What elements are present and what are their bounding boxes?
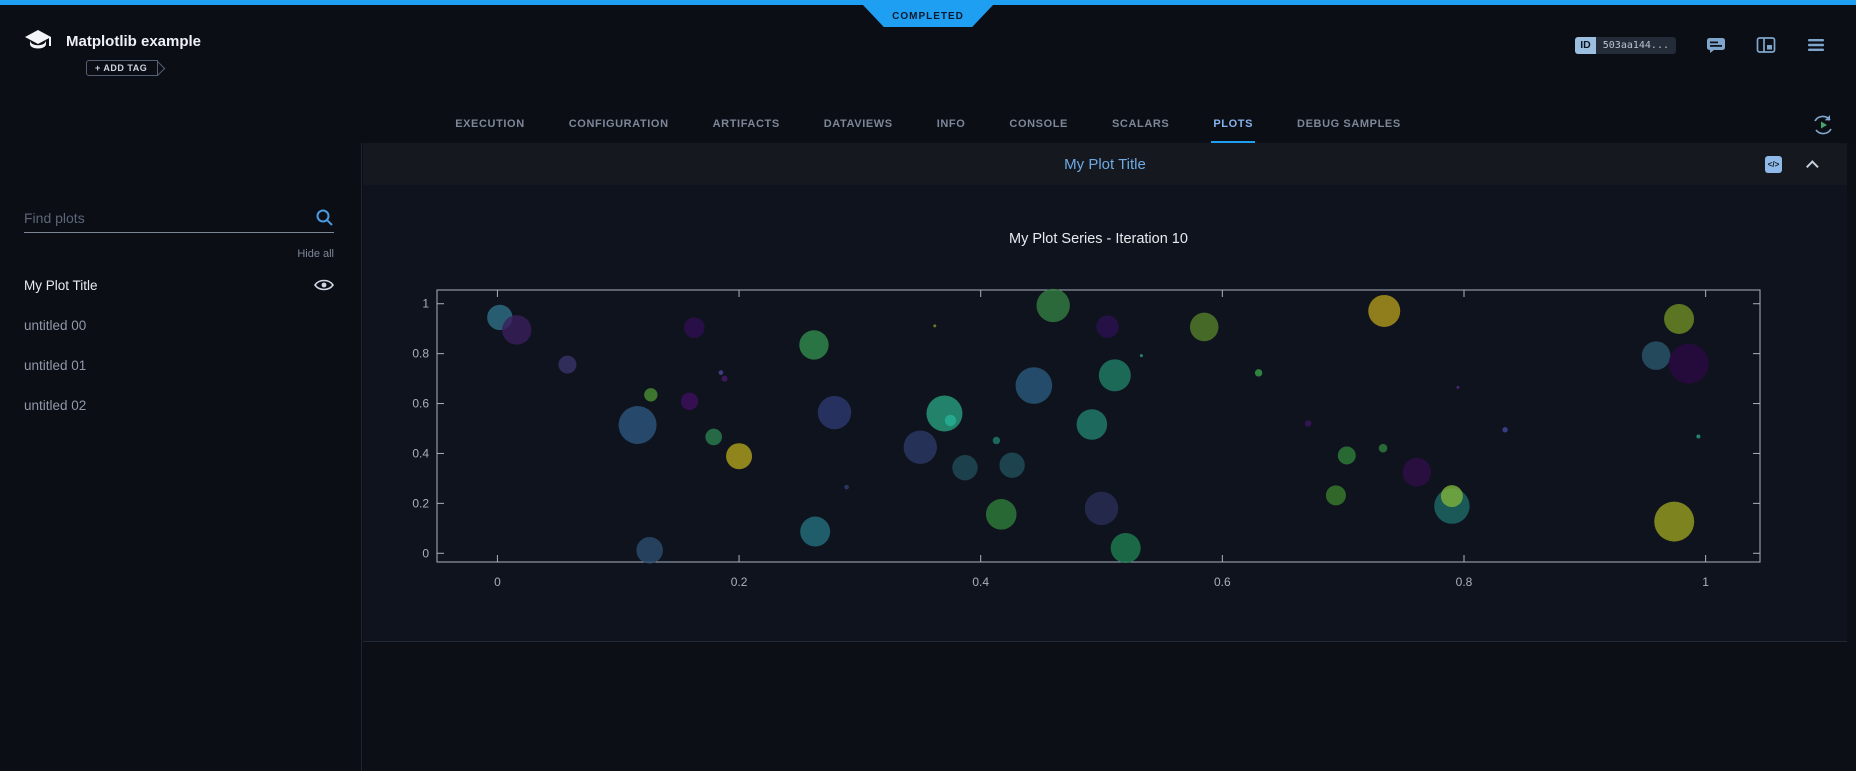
search-row [24, 203, 334, 233]
view-code-icon[interactable]: </> [1765, 156, 1782, 173]
plots-main-area: My Plot Title </> My Plot Series - Itera… [363, 143, 1856, 771]
plot-list-item[interactable]: My Plot Title [0, 265, 361, 305]
status-badge: COMPLETED [863, 5, 993, 27]
plot-list-item[interactable]: untitled 01 [0, 345, 361, 385]
tab-execution[interactable]: EXECUTION [453, 107, 527, 143]
tab-console[interactable]: CONSOLE [1007, 107, 1070, 143]
svg-text:0: 0 [494, 575, 501, 589]
plot-section: My Plot Series - Iteration 10 0 0.2 0.4 0.6… [363, 185, 1847, 642]
plots-sidebar: Hide all My Plot Title untitled 00 untitle… [0, 143, 362, 771]
hide-all-link[interactable]: Hide all [297, 248, 334, 260]
id-label: ID [1575, 37, 1596, 54]
chart-title: My Plot Series - Iteration 10 [437, 231, 1760, 247]
comment-icon[interactable] [1706, 36, 1726, 54]
plot-item-label: untitled 02 [24, 398, 86, 413]
auto-refresh-icon[interactable] [1810, 112, 1836, 138]
tab-dataviews[interactable]: DATAVIEWS [822, 107, 895, 143]
svg-text:0.8: 0.8 [1456, 575, 1473, 589]
tab-scalars[interactable]: SCALARS [1110, 107, 1171, 143]
id-value: 503aa144... [1596, 37, 1676, 54]
svg-text:0.6: 0.6 [1214, 575, 1231, 589]
tab-info[interactable]: INFO [935, 107, 968, 143]
menu-icon[interactable] [1806, 36, 1826, 54]
experiment-title: Matplotlib example [66, 33, 201, 50]
scatter-plot-canvas[interactable]: 0 0.2 0.4 0.6 0.8 1 0 0.2 0.4 0.6 0.8 1 [363, 185, 1847, 642]
collapse-chevron-icon[interactable] [1806, 160, 1819, 173]
plot-card-header: My Plot Title </> [363, 143, 1847, 185]
svg-text:0: 0 [422, 546, 429, 560]
tab-configuration[interactable]: CONFIGURATION [567, 107, 671, 143]
tab-plots[interactable]: PLOTS [1211, 107, 1255, 143]
tab-artifacts[interactable]: ARTIFACTS [711, 107, 782, 143]
svg-text:1: 1 [1702, 575, 1709, 589]
top-accent-strip [0, 0, 1856, 5]
eye-icon[interactable] [314, 278, 334, 292]
svg-text:0.2: 0.2 [731, 575, 748, 589]
svg-text:1: 1 [422, 297, 429, 311]
svg-text:0.4: 0.4 [972, 575, 989, 589]
panel-icon[interactable] [1756, 36, 1776, 54]
plot-list: My Plot Title untitled 00 untitled 01 untit… [0, 265, 361, 425]
search-icon[interactable] [315, 208, 334, 227]
experiment-id-badge[interactable]: ID 503aa144... [1575, 37, 1676, 54]
plot-item-label: untitled 01 [24, 358, 86, 373]
plot-item-label: My Plot Title [24, 278, 98, 293]
tab-bar: EXECUTION CONFIGURATION ARTIFACTS DATAVIEWS… [0, 107, 1856, 143]
plot-list-item[interactable]: untitled 00 [0, 305, 361, 345]
clearml-logo-icon[interactable] [22, 27, 54, 57]
top-bar: COMPLETED Matplotlib example + ADD TAG I… [0, 0, 1856, 143]
search-input[interactable] [24, 210, 315, 226]
svg-text:0.2: 0.2 [412, 496, 429, 510]
plot-card-title: My Plot Title [363, 156, 1847, 173]
svg-text:0.8: 0.8 [412, 347, 429, 361]
plot-list-item[interactable]: untitled 02 [0, 385, 361, 425]
tab-debug-samples[interactable]: DEBUG SAMPLES [1295, 107, 1403, 143]
plot-item-label: untitled 00 [24, 318, 86, 333]
add-tag-button[interactable]: + ADD TAG [86, 60, 158, 76]
svg-text:0.4: 0.4 [412, 446, 429, 460]
svg-text:0.6: 0.6 [412, 397, 429, 411]
